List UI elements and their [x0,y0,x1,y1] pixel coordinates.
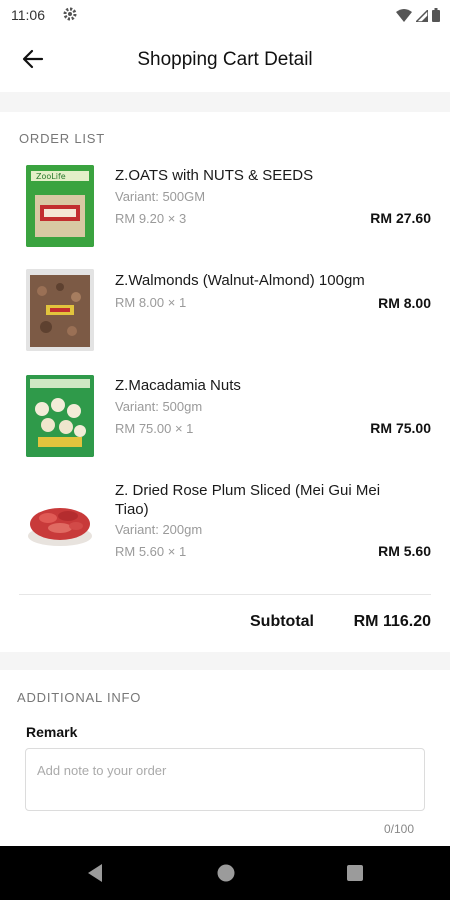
product-image: ZooLife [26,165,94,247]
character-counter: 0/100 [383,822,414,836]
additional-info-label: ADDITIONAL INFO [17,690,142,705]
list-item[interactable]: ZooLife Z.OATS with NUTS & SEEDS Variant… [0,160,450,255]
signal-icon [414,7,429,27]
status-bar: 11:06 [0,0,450,30]
item-total: RM 75.00 [370,420,431,436]
item-price-qty: RM 75.00 × 1 [115,421,194,436]
gear-icon [62,6,78,27]
item-name: Z.OATS with NUTS & SEEDS [115,167,314,184]
app-bar: Shopping Cart Detail [0,30,450,92]
item-variant: Variant: 500gm [115,399,203,414]
item-total: RM 8.00 [378,295,431,311]
item-total: RM 27.60 [370,210,431,226]
back-button[interactable] [18,46,48,76]
item-price-qty: RM 9.20 × 3 [115,211,187,226]
battery-icon [432,8,440,27]
divider [19,594,431,595]
list-item[interactable]: Z.Walmonds (Walnut-Almond) 100gm RM 8.00… [0,265,450,360]
svg-text:ZooLife: ZooLife [36,172,66,181]
list-item[interactable]: Z. Dried Rose Plum Sliced (Mei Gui Mei T… [0,475,450,585]
item-variant: Variant: 500GM [115,189,206,204]
arrow-left-icon [22,48,44,75]
subtotal-value: RM 116.20 [353,613,431,630]
item-total: RM 5.60 [378,543,431,559]
product-image [26,269,94,351]
list-item[interactable]: Z.Macadamia Nuts Variant: 500gm RM 75.00… [0,370,450,465]
system-nav-bar [0,846,450,900]
order-list-label: ORDER LIST [19,131,106,146]
remark-label: Remark [26,724,78,740]
section-separator [0,92,450,112]
subtotal-label: Subtotal [250,613,314,630]
page-title: Shopping Cart Detail [137,49,313,70]
triangle-back-icon[interactable] [86,863,104,888]
item-name: Z.Macadamia Nuts [115,377,241,394]
product-image [26,375,94,457]
item-price-qty: RM 8.00 × 1 [115,295,187,310]
square-recents-icon[interactable] [346,863,364,888]
item-price-qty: RM 5.60 × 1 [115,544,187,559]
item-name: Z. Dried Rose Plum Sliced (Mei Gui Mei T… [115,482,381,518]
wifi-icon [396,8,412,27]
section-separator [0,652,450,670]
status-time: 11:06 [11,7,45,23]
remark-input[interactable] [25,748,425,811]
item-variant: Variant: 200gm [115,522,203,537]
circle-home-icon[interactable] [216,863,236,888]
status-icons [396,7,440,27]
product-image [26,480,94,562]
item-name: Z.Walmonds (Walnut-Almond) 100gm [115,272,365,289]
